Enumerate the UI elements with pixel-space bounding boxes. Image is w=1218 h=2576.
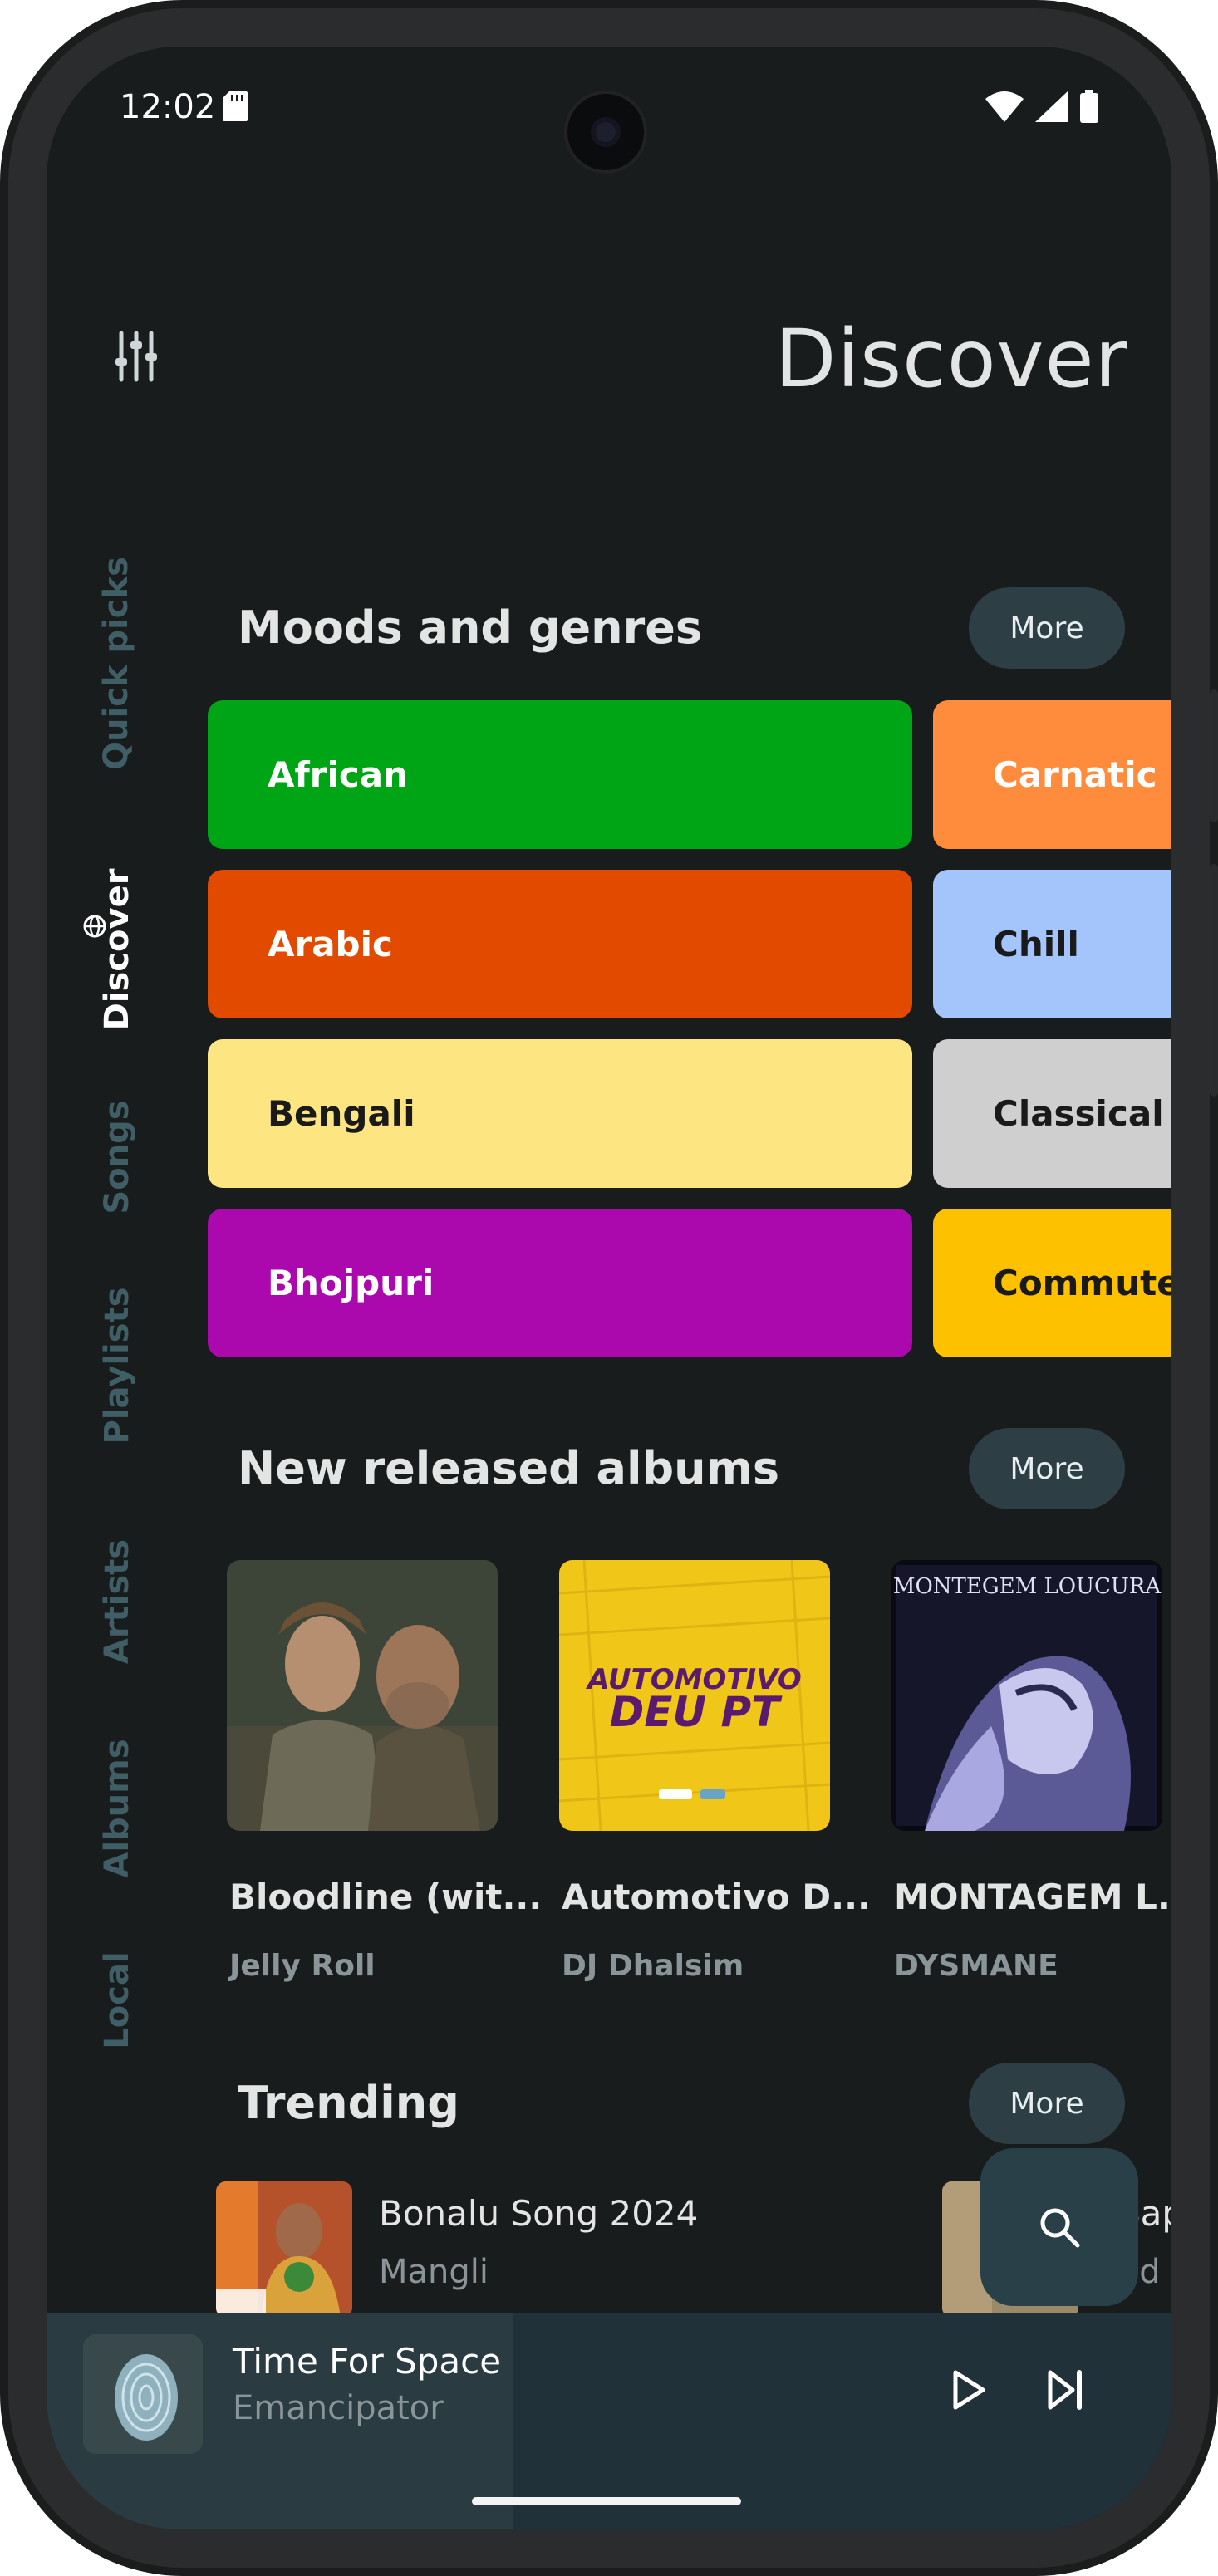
albums-section-title: New released albums: [238, 1442, 780, 1494]
trending-more-button[interactable]: More: [969, 2063, 1125, 2144]
moods-more-button[interactable]: More: [969, 587, 1125, 669]
status-time: 12:02: [120, 88, 216, 126]
nav-rail-albums[interactable]: Albums: [98, 1735, 136, 1882]
trending-art-bonalu[interactable]: [216, 2181, 352, 2318]
mood-tile-classical[interactable]: Classical: [933, 1039, 1171, 1188]
trending-artist-bonalu: Mangli: [379, 2253, 489, 2291]
globe-icon: [83, 915, 106, 938]
search-icon: [1040, 2208, 1080, 2248]
status-icons: [985, 90, 1098, 123]
album-art-text: DEU PT: [610, 1688, 783, 1736]
mood-tile-commute[interactable]: Commute: [933, 1209, 1171, 1357]
mood-tile-bengali[interactable]: Bengali: [208, 1039, 912, 1188]
nav-rail-songs[interactable]: Songs: [98, 1095, 136, 1219]
album-art-text: MONTEGEM LOUCURA: [893, 1574, 1162, 1599]
side-button: [1210, 689, 1218, 822]
album-art-montagem[interactable]: MONTEGEM LOUCURA: [891, 1560, 1162, 1831]
equalizer-icon[interactable]: [113, 330, 160, 383]
battery-icon: [1080, 90, 1098, 123]
mood-tile-arabic[interactable]: Arabic: [208, 870, 912, 1018]
nav-rail-artists[interactable]: Artists: [98, 1538, 136, 1666]
albums-more-button[interactable]: More: [969, 1428, 1125, 1509]
search-button[interactable]: [980, 2148, 1138, 2306]
play-icon[interactable]: [952, 2370, 985, 2410]
album-title-automotivo[interactable]: Automotivo D...: [562, 1877, 871, 1917]
mood-tile-chill[interactable]: Chill: [933, 870, 1171, 1018]
mood-tile-bhojpuri[interactable]: Bhojpuri: [208, 1209, 912, 1357]
now-playing-title: Time For Space: [233, 2341, 502, 2382]
album-title-montagem[interactable]: MONTAGEM L...: [894, 1877, 1171, 1917]
front-camera: [567, 94, 644, 170]
nav-rail-playlists[interactable]: Playlists: [98, 1284, 136, 1447]
album-artist-montagem: DYSMANE: [894, 1949, 1058, 1983]
home-indicator[interactable]: [472, 2497, 741, 2505]
signal-icon: [1035, 91, 1068, 122]
mood-tile-carnatic[interactable]: Carnatic Classical: [933, 700, 1171, 849]
moods-section-title: Moods and genres: [238, 601, 702, 654]
nav-rail-quick-picks[interactable]: Quick picks: [97, 557, 135, 770]
now-playing-artist: Emancipator: [233, 2389, 444, 2427]
page-title: Discover: [774, 312, 1128, 405]
mood-tile-african[interactable]: African: [208, 700, 912, 849]
nav-rail-discover[interactable]: Discover: [98, 862, 136, 1037]
side-button: [1210, 864, 1218, 1097]
wifi-icon: [985, 91, 1024, 122]
phone-frame: 12:02 Discover Quick picks Discover Song…: [0, 0, 1218, 2576]
skip-next-icon[interactable]: [1048, 2370, 1084, 2410]
trending-section-title: Trending: [238, 2077, 459, 2129]
album-art-automotivo[interactable]: AUTOMOTIVO DEU PT: [559, 1560, 830, 1831]
nav-rail-local[interactable]: Local: [98, 1945, 136, 2056]
album-title-bloodline[interactable]: Bloodline (wit...: [229, 1877, 542, 1917]
now-playing-art[interactable]: [83, 2334, 203, 2454]
screen: 12:02 Discover Quick picks Discover Song…: [47, 47, 1171, 2529]
trending-title-bonalu[interactable]: Bonalu Song 2024: [379, 2193, 698, 2234]
album-art-bloodline[interactable]: [227, 1560, 498, 1831]
album-artist-automotivo: DJ Dhalsim: [562, 1949, 744, 1983]
album-artist-bloodline: Jelly Roll: [229, 1949, 376, 1983]
sd-card-icon: [223, 91, 248, 121]
